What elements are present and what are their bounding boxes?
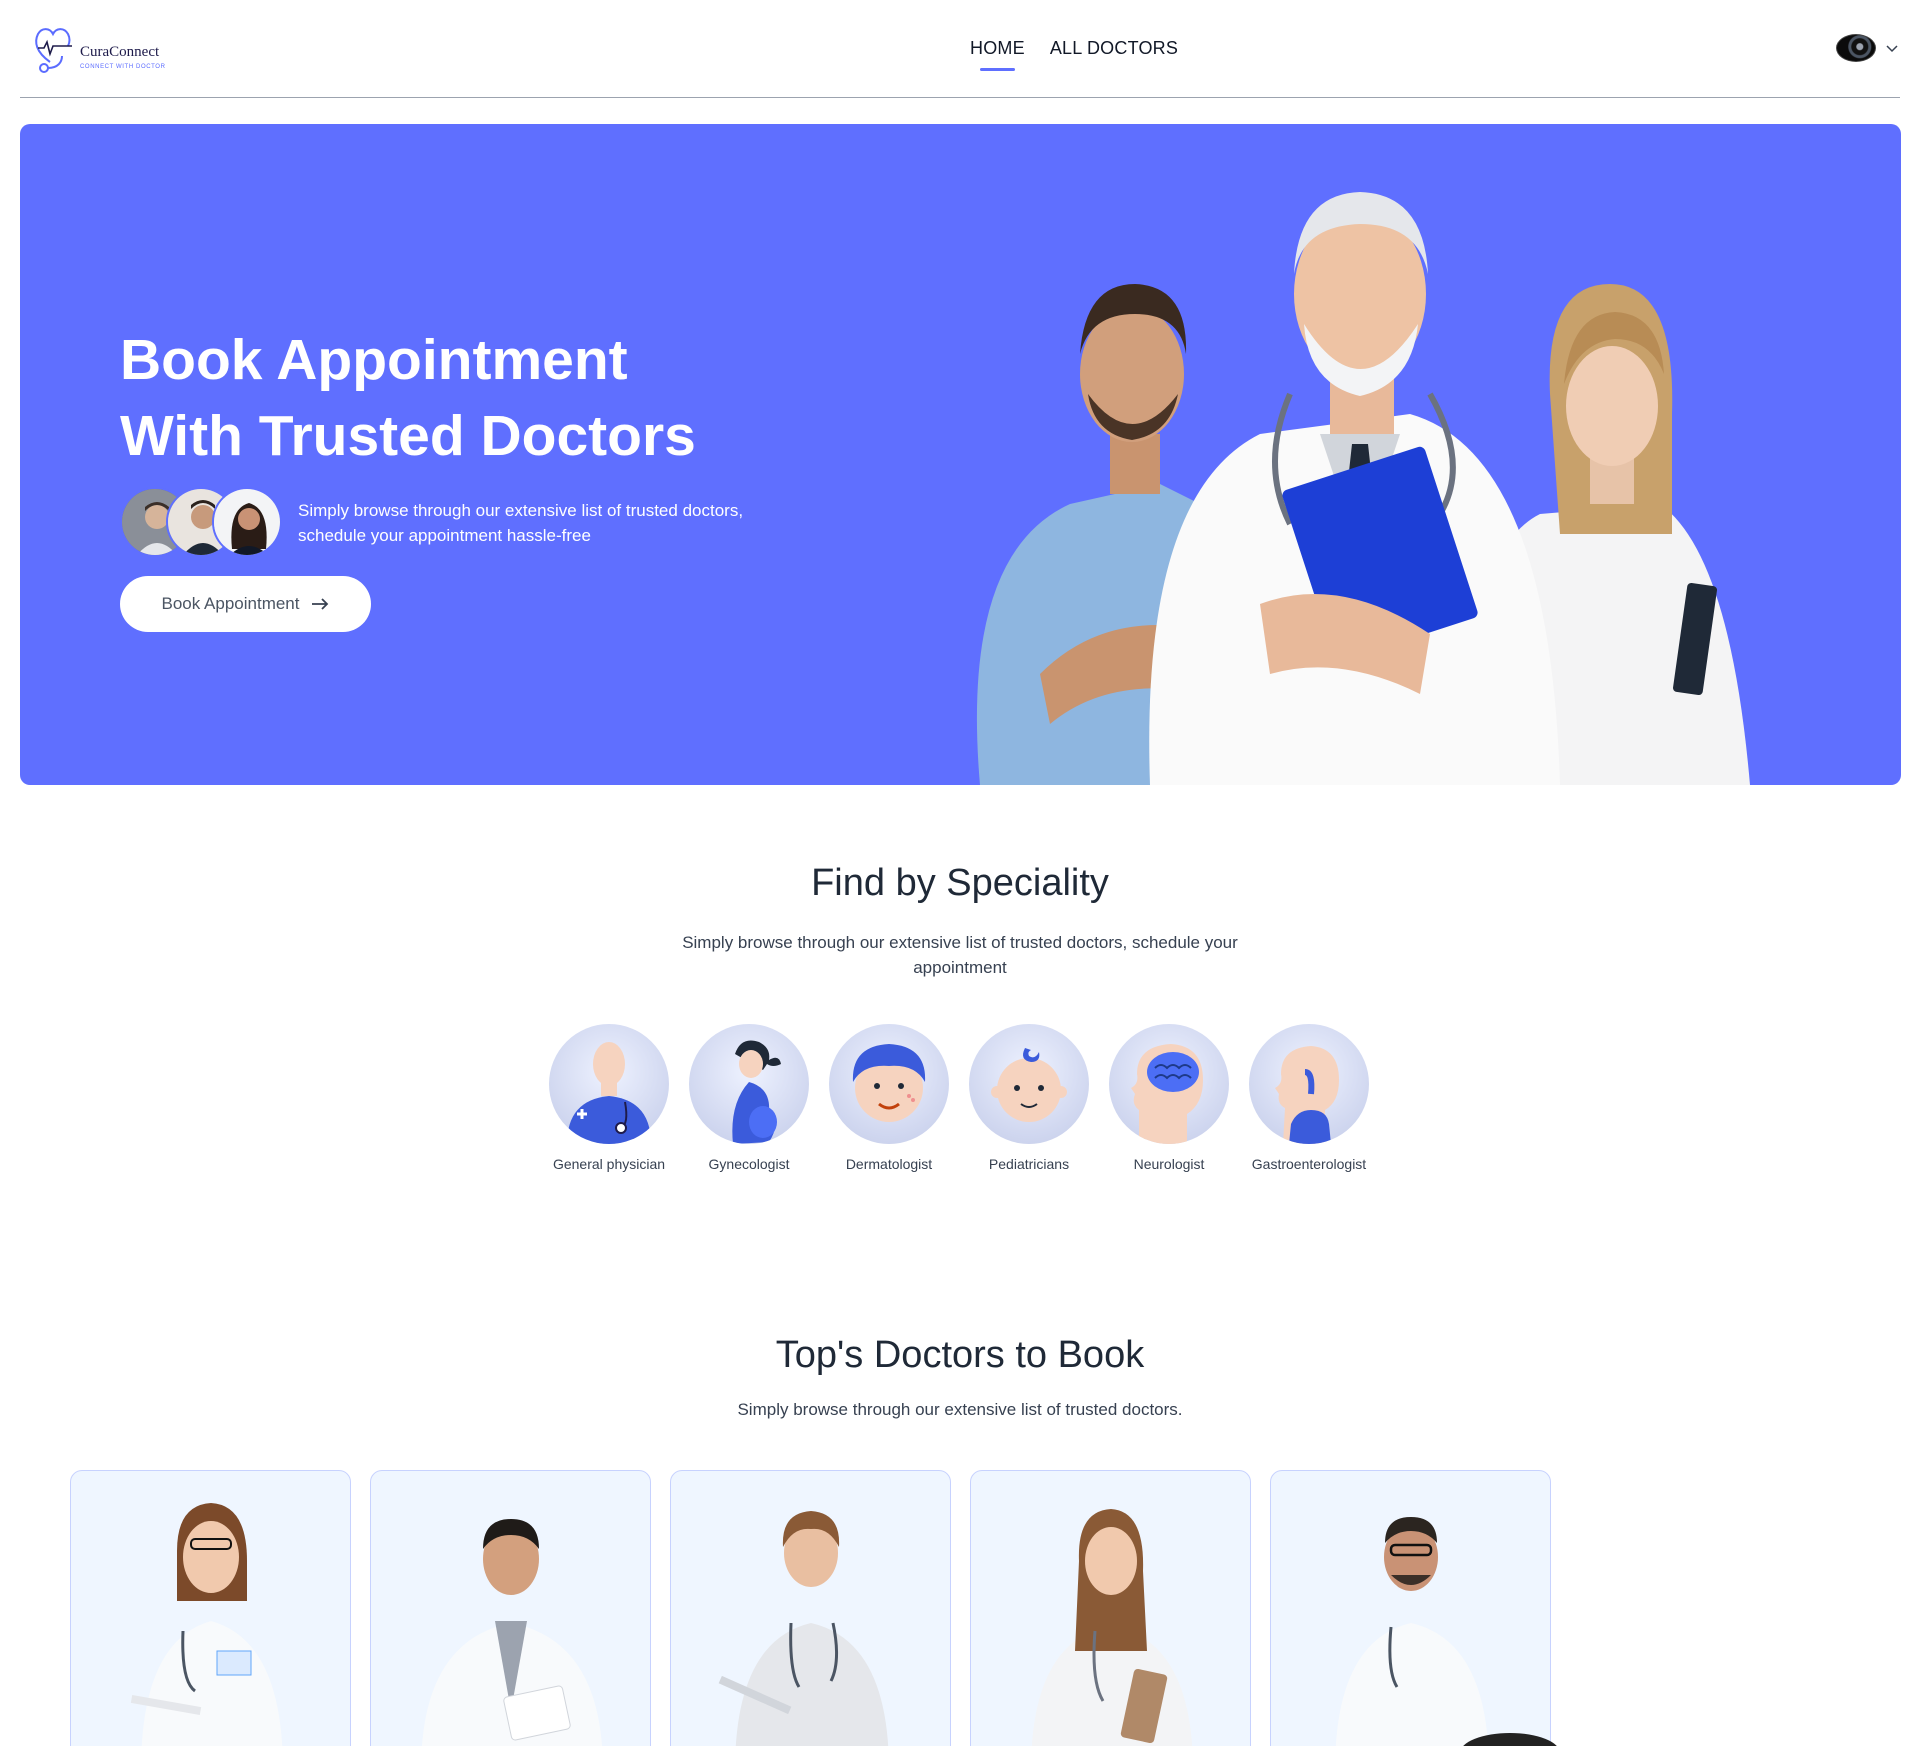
- doctor-card[interactable]: [370, 1470, 651, 1746]
- hero-title-line-2: With Trusted Doctors: [120, 404, 696, 468]
- hero-avatar-group: [120, 487, 286, 559]
- speciality-dermatologist[interactable]: Dermatologist: [824, 1024, 954, 1172]
- hero-doctors-image: [976, 192, 1750, 785]
- navbar: CuraConnect CONNECT WITH DOCTOR HOME ALL…: [20, 0, 1900, 98]
- speciality-label: Neurologist: [1133, 1156, 1205, 1172]
- speciality-label: General physician: [552, 1156, 666, 1172]
- hero-title: Book Appointment With Trusted Doctors: [120, 322, 820, 474]
- speciality-label: Gastroenterologist: [1251, 1156, 1367, 1172]
- nav-home-link[interactable]: HOME: [970, 38, 1025, 71]
- doctor-card[interactable]: [970, 1470, 1251, 1746]
- logo-name: CuraConnect: [80, 44, 160, 60]
- doctor-card[interactable]: [1270, 1470, 1551, 1746]
- speciality-gastroenterologist[interactable]: Gastroenterologist: [1244, 1024, 1374, 1172]
- pediatrician-icon: [969, 1024, 1089, 1144]
- general-physician-icon: [549, 1024, 669, 1144]
- speciality-section-title: Find by Speciality: [811, 862, 1109, 904]
- hero-subtitle-line-2: schedule your appointment hassle-free: [298, 526, 591, 545]
- doctor-photo: [1335, 1517, 1489, 1746]
- book-appointment-button[interactable]: Book Appointment: [120, 576, 371, 632]
- dermatologist-icon: [829, 1024, 949, 1144]
- hero-subtitle-line-1: Simply browse through our extensive list…: [298, 501, 744, 520]
- top-doctors-section-subtitle: Simply browse through our extensive list…: [737, 1400, 1183, 1419]
- speciality-list: General physician Gynecologist Dermatolo…: [544, 1024, 1384, 1184]
- speciality-neurologist[interactable]: Neurologist: [1104, 1024, 1234, 1172]
- logo-tagline: CONNECT WITH DOCTOR: [80, 64, 166, 70]
- logo[interactable]: CuraConnect CONNECT WITH DOCTOR: [32, 24, 172, 74]
- speciality-pediatricians[interactable]: Pediatricians: [964, 1024, 1094, 1172]
- top-doctors-section-title: Top's Doctors to Book: [775, 1334, 1145, 1376]
- speciality-subtitle-line-1: Simply browse through our extensive list…: [682, 933, 1238, 952]
- gynecologist-icon: [689, 1024, 809, 1144]
- speciality-label: Gynecologist: [708, 1156, 790, 1172]
- doctor-photo: [718, 1511, 889, 1746]
- avatar: [212, 487, 282, 557]
- speciality-section-subtitle: Simply browse through our extensive list…: [660, 930, 1260, 980]
- doctor-card-list: [70, 1470, 1570, 1746]
- nav-links: HOME ALL DOCTORS: [970, 38, 1178, 71]
- neurologist-icon: [1109, 1024, 1229, 1144]
- book-appointment-label: Book Appointment: [161, 594, 300, 613]
- doctor-card[interactable]: [670, 1470, 951, 1746]
- arrow-right-icon: [312, 598, 329, 610]
- doctor-photo: [422, 1519, 602, 1746]
- profile-menu[interactable]: [1836, 34, 1900, 62]
- hero-subtitle: Simply browse through our extensive list…: [298, 498, 758, 548]
- speciality-label: Dermatologist: [845, 1156, 933, 1172]
- speciality-subtitle-line-2: appointment: [913, 958, 1007, 977]
- doctor-photo: [1031, 1509, 1193, 1746]
- doctor-figure-center: [1149, 192, 1560, 785]
- speciality-general-physician[interactable]: General physician: [544, 1024, 674, 1172]
- doctor-photo: [130, 1503, 283, 1746]
- gastroenterologist-icon: [1249, 1024, 1369, 1144]
- hero-title-line-1: Book Appointment: [120, 328, 628, 392]
- speciality-gynecologist[interactable]: Gynecologist: [684, 1024, 814, 1172]
- doctor-card[interactable]: [70, 1470, 351, 1746]
- chevron-down-icon[interactable]: [1884, 40, 1900, 56]
- nav-all-doctors-link[interactable]: ALL DOCTORS: [1050, 38, 1178, 59]
- user-avatar[interactable]: [1836, 34, 1876, 62]
- hero-banner: Book Appointment With Trusted Doctors Si…: [20, 124, 1901, 785]
- speciality-label: Pediatricians: [988, 1156, 1070, 1172]
